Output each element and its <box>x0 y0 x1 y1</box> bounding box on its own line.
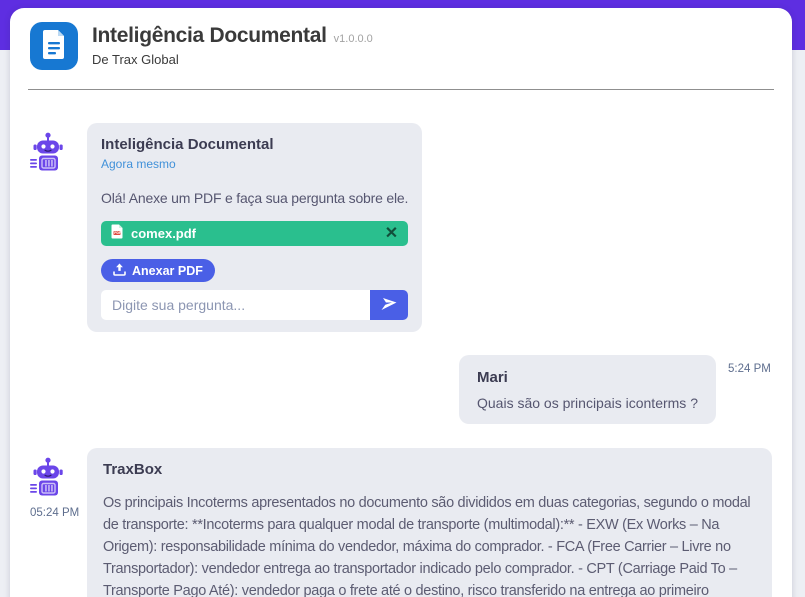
bot-intro-text: Olá! Anexe um PDF e faça sua pergunta so… <box>101 190 408 206</box>
robot-avatar-icon <box>30 132 87 177</box>
app-title: Inteligência Documental <box>92 24 327 48</box>
send-icon <box>380 295 398 316</box>
question-input-row <box>101 290 408 320</box>
app-header-titles: Inteligência Documental v1.0.0.0 De Trax… <box>92 22 373 67</box>
bot-intro-row: Inteligência Documental Agora mesmo Olá!… <box>30 123 772 332</box>
bot-answer-row: 05:24 PM TraxBox Os principais Incoterms… <box>30 448 772 597</box>
close-icon[interactable]: ✕ <box>385 226 398 242</box>
bot-avatar-column <box>30 123 87 177</box>
app-window: Inteligência Documental v1.0.0.0 De Trax… <box>10 8 792 597</box>
bot-answer-timestamp: 05:24 PM <box>30 507 87 519</box>
user-message-bubble: Mari Quais são os principais iconterms ? <box>459 355 716 424</box>
message-time-label: Agora mesmo <box>101 157 408 171</box>
user-message-timestamp: 5:24 PM <box>728 363 772 375</box>
bot-sender-name: Inteligência Documental <box>101 136 408 153</box>
bot-answer-text: Os principais Incoterms apresentados no … <box>103 492 756 597</box>
question-input[interactable] <box>101 290 370 320</box>
app-publisher: De Trax Global <box>92 52 373 67</box>
user-sender-name: Mari <box>477 369 698 386</box>
svg-text:PDF: PDF <box>114 231 121 235</box>
app-version: v1.0.0.0 <box>334 33 373 45</box>
attachment-chip: PDF comex.pdf ✕ <box>101 221 408 246</box>
user-message-row: Mari Quais são os principais iconterms ?… <box>30 355 772 424</box>
pdf-file-icon: PDF <box>111 224 123 244</box>
send-button[interactable] <box>370 290 408 320</box>
user-message-text: Quais são os principais iconterms ? <box>477 395 698 411</box>
app-logo <box>30 22 78 70</box>
app-header: Inteligência Documental v1.0.0.0 De Trax… <box>10 8 792 70</box>
attachment-filename: comex.pdf <box>131 226 196 241</box>
bot-answer-bubble: TraxBox Os principais Incoterms apresent… <box>87 448 772 597</box>
attach-pdf-label: Anexar PDF <box>132 264 203 278</box>
bot-intro-bubble: Inteligência Documental Agora mesmo Olá!… <box>87 123 422 332</box>
attach-pdf-button[interactable]: Anexar PDF <box>101 259 215 282</box>
bot-answer-sender: TraxBox <box>103 461 756 478</box>
document-icon <box>41 29 67 64</box>
upload-icon <box>113 263 126 279</box>
bot-avatar-column: 05:24 PM <box>30 448 87 519</box>
robot-avatar-icon <box>30 457 87 502</box>
chat-area: Inteligência Documental Agora mesmo Olá!… <box>10 90 792 597</box>
